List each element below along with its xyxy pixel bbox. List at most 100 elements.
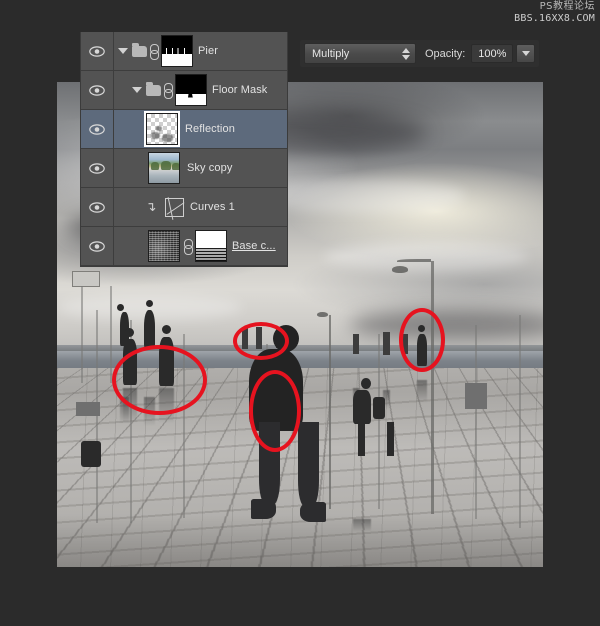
eye-icon	[89, 46, 105, 57]
main-figure-head	[273, 325, 299, 352]
triangle-down-icon[interactable]	[118, 48, 128, 54]
main-figure-shoe	[251, 499, 276, 519]
layer-name-base: Base c...	[232, 240, 276, 252]
thumbnail-content	[172, 163, 180, 170]
person-silhouette	[383, 332, 390, 355]
child-leg	[358, 422, 365, 456]
layer-row-body[interactable]: Base c...	[114, 227, 287, 265]
up-down-stepper-icon[interactable]	[402, 47, 411, 61]
person-silhouette	[353, 334, 359, 354]
layer-row-sky-copy[interactable]: Sky copy	[81, 149, 287, 188]
person-silhouette	[417, 334, 427, 366]
lamp-post	[329, 315, 331, 509]
layer-row-body[interactable]: ↴ Curves 1	[114, 188, 287, 226]
ground-object	[76, 402, 100, 416]
triangle-down-icon[interactable]	[132, 87, 142, 93]
noise-texture-thumbnail[interactable]	[148, 230, 180, 262]
curves-icon[interactable]	[165, 198, 184, 217]
info-sign	[72, 271, 100, 287]
lamp-arm	[397, 259, 431, 262]
layer-name-pier: Pier	[198, 45, 218, 57]
eye-icon	[89, 85, 105, 96]
clipping-mask-arrow-icon: ↴	[144, 199, 158, 215]
opacity-dropdown-button[interactable]	[516, 44, 535, 63]
layer-visibility-toggle-sky-copy[interactable]	[81, 149, 114, 187]
blend-mode-select[interactable]: Multiply	[304, 43, 416, 64]
thumbnail-content	[162, 134, 173, 142]
layer-name-floor-mask: Floor Mask	[212, 84, 267, 96]
link-icon[interactable]	[150, 44, 157, 58]
bag-object	[81, 441, 101, 467]
layer-row-body[interactable]: Sky copy	[114, 149, 287, 187]
link-icon[interactable]	[164, 83, 171, 97]
thumbnail-content	[151, 162, 159, 170]
person-silhouette	[159, 337, 174, 386]
main-figure-leg	[298, 422, 319, 506]
child-torso	[353, 390, 371, 424]
blend-mode-value: Multiply	[312, 48, 402, 60]
layer-mask-thumbnail[interactable]	[195, 230, 227, 262]
cloud-highlight	[324, 242, 528, 271]
person-silhouette	[242, 327, 248, 349]
railing-post	[475, 325, 477, 519]
sign-pole	[81, 286, 83, 383]
opacity-input[interactable]: 100%	[471, 44, 513, 63]
blend-mode-toolbar: Multiply Opacity: 100%	[300, 40, 539, 67]
eye-icon	[89, 241, 105, 252]
railing-post	[96, 310, 98, 523]
person-silhouette	[402, 334, 408, 354]
thumbnail-content	[151, 132, 160, 139]
main-figure-shoe	[300, 502, 326, 522]
transparent-checker-thumbnail[interactable]	[146, 113, 178, 145]
layer-visibility-toggle-pier[interactable]	[81, 32, 114, 70]
layer-visibility-toggle-base[interactable]	[81, 227, 114, 265]
person-silhouette	[144, 310, 155, 348]
eye-icon	[89, 202, 105, 213]
main-figure-leg	[259, 422, 280, 504]
lamp-post	[431, 261, 434, 513]
sky-photo-thumbnail[interactable]	[148, 152, 180, 184]
link-icon[interactable]	[184, 239, 191, 253]
layer-row-pier[interactable]: Pier	[81, 32, 287, 71]
railing-post	[519, 315, 521, 528]
layer-visibility-toggle-curves-1[interactable]	[81, 188, 114, 226]
layer-visibility-toggle-reflection[interactable]	[81, 110, 114, 148]
person-reflection	[144, 397, 155, 425]
folder-icon	[132, 46, 147, 57]
chevron-down-icon	[522, 51, 530, 56]
layer-row-curves-1[interactable]: ↴ Curves 1	[81, 188, 287, 227]
eye-icon	[89, 124, 105, 135]
main-figure-torso	[249, 349, 303, 431]
layer-row-body[interactable]: Reflection	[114, 110, 287, 148]
opacity-label: Opacity:	[425, 48, 465, 60]
child-head	[361, 378, 371, 389]
child-reflection	[353, 519, 371, 531]
thumbnail-content	[156, 126, 162, 131]
child-backpack	[373, 397, 385, 419]
child-leg	[387, 422, 394, 456]
person-silhouette	[256, 327, 262, 349]
lamp-head	[392, 266, 408, 273]
group-mask-thumbnail[interactable]	[161, 35, 193, 67]
layers-panel[interactable]: Pier Floor Mask	[80, 32, 288, 267]
thumbnail-content	[161, 161, 171, 170]
railing-post	[378, 334, 380, 509]
layer-row-floor-mask[interactable]: Floor Mask	[81, 71, 287, 110]
person-reflection	[417, 380, 427, 402]
layer-name-curves-1: Curves 1	[190, 201, 235, 213]
layer-row-base[interactable]: Base c...	[81, 227, 287, 266]
layer-row-body[interactable]: Floor Mask	[114, 71, 287, 109]
bench-object	[465, 383, 487, 409]
group-mask-thumbnail[interactable]	[175, 74, 207, 106]
person-silhouette	[123, 339, 137, 385]
person-reflection	[123, 388, 137, 422]
person-reflection	[159, 388, 174, 422]
layer-visibility-toggle-floor-mask[interactable]	[81, 71, 114, 109]
layer-row-reflection[interactable]: Reflection	[81, 110, 287, 149]
railing-post	[183, 334, 185, 518]
layer-row-body[interactable]: Pier	[114, 32, 287, 70]
layer-name-sky-copy: Sky copy	[187, 162, 232, 174]
folder-icon	[146, 85, 161, 96]
layer-name-reflection: Reflection	[185, 123, 235, 135]
eye-icon	[89, 163, 105, 174]
